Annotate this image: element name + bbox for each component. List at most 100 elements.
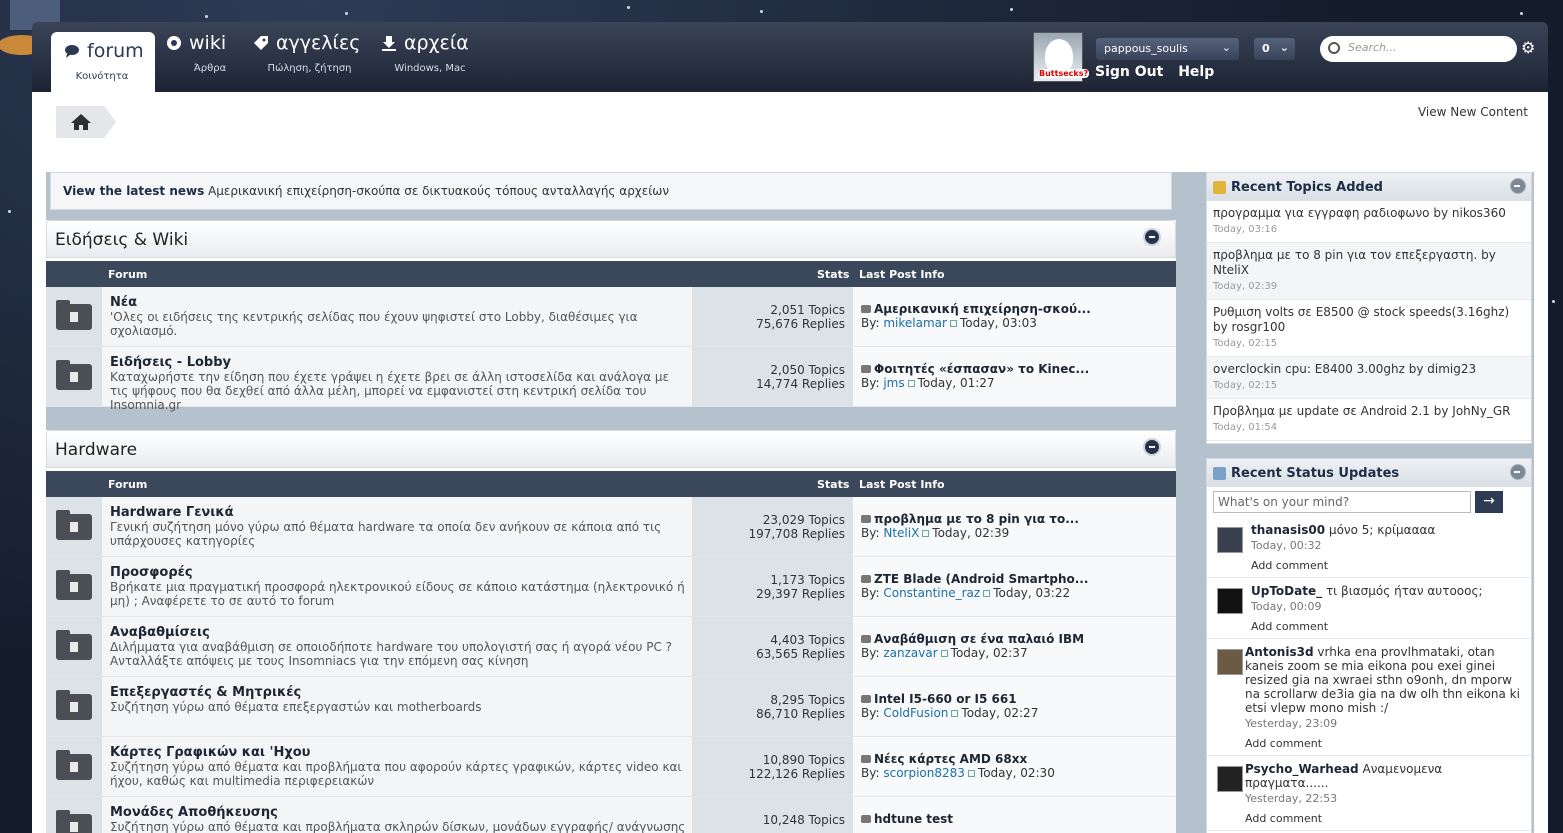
notifications-dropdown[interactable]: 0 ⌄ (1254, 38, 1295, 60)
chevron-down-icon: ⌄ (1221, 41, 1231, 54)
category-header: Hardware (46, 430, 1176, 468)
last-post-title[interactable]: Intel I5-660 or I5 661 (874, 692, 1017, 706)
forum-title[interactable]: Μονάδες Αποθήκευσης (110, 805, 278, 820)
latest-news-bar: View the latest news Αμερικανική επιχείρ… (50, 172, 1172, 210)
recent-topics-panel: Recent Topics Added προγραμμα για εγγραφ… (1206, 172, 1532, 444)
forum-row: Προσφορές Βρήκατε μια πραγματική προσφορ… (46, 557, 1176, 617)
tab-forum[interactable]: forum Κοινότητα (51, 32, 155, 92)
external-link-icon[interactable] (983, 590, 991, 597)
latest-news-label[interactable]: View the latest news (63, 184, 204, 198)
status-user[interactable]: Psycho_Warhead (1245, 762, 1359, 776)
column-headers: Forum Stats Last Post Info (46, 471, 1176, 497)
status-composer: What's on your mind? → (1213, 491, 1525, 513)
speech-bubble-icon (861, 635, 871, 643)
add-comment-link[interactable]: Add comment (1245, 737, 1525, 751)
last-post-user[interactable]: mikelamar (883, 316, 947, 330)
status-user[interactable]: thanasis00 (1251, 523, 1325, 537)
recent-topic-item[interactable]: προβλημα με το 8 pin για τον επεξεργαστη… (1207, 243, 1531, 300)
last-post-user[interactable]: NteliX (883, 526, 919, 540)
topics-icon (1213, 181, 1226, 194)
last-post-user[interactable]: ColdFusion (883, 706, 948, 720)
recent-topic-item[interactable]: Ρυθμιση volts σε E8500 @ stock speeds(3.… (1207, 300, 1531, 357)
add-comment-link[interactable]: Add comment (1251, 620, 1525, 634)
add-comment-link[interactable]: Add comment (1251, 559, 1525, 573)
forum-title[interactable]: Προσφορές (110, 565, 193, 580)
tab-files[interactable]: αρχεία Windows, Mac (380, 32, 480, 92)
sign-out-link[interactable]: Sign Out (1095, 64, 1163, 80)
forum-stats: 10,890 Topics 122,126 Replies (692, 737, 853, 796)
forum-title[interactable]: Κάρτες Γραφικών και 'Ηχου (110, 745, 310, 760)
forum-title[interactable]: Επεξεργαστές & Μητρικές (110, 685, 301, 700)
last-post-title[interactable]: προβλημα με το 8 pin για το... (874, 512, 1079, 526)
collapse-icon[interactable] (1510, 464, 1526, 480)
user-avatar[interactable] (1217, 766, 1243, 792)
submit-status-button[interactable]: → (1475, 491, 1503, 513)
help-link[interactable]: Help (1178, 64, 1214, 80)
last-post-user[interactable]: Constantine_raz (883, 586, 980, 600)
forum-stats: 2,051 Topics 75,676 Replies (692, 287, 853, 346)
user-avatar[interactable] (1217, 588, 1243, 614)
forum-title[interactable]: Ειδήσεις - Lobby (110, 355, 231, 370)
status-input[interactable]: What's on your mind? (1213, 491, 1471, 513)
main-container: View New Content View the latest news Αμ… (32, 92, 1548, 833)
gear-icon[interactable]: ⚙ (1521, 38, 1535, 57)
breadcrumb-home[interactable] (56, 106, 116, 138)
speech-bubble-icon (861, 695, 871, 703)
forum-row: Κάρτες Γραφικών και 'Ηχου Συζήτηση γύρω … (46, 737, 1176, 797)
status-update-item: thanasis00 μόνο 5; κρίμαααα Today, 00:32… (1207, 517, 1531, 578)
speech-bubble-icon (861, 575, 871, 583)
forum-folder-icon (46, 287, 102, 346)
last-post-title[interactable]: Αμερικανική επιχείρηση-σκού... (874, 302, 1091, 316)
last-post-info: προβλημα με το 8 pin για το... By: Nteli… (853, 497, 1176, 556)
last-post-title[interactable]: Αναβάθμιση σε ένα παλαιό IBM (874, 632, 1084, 646)
external-link-icon[interactable] (922, 530, 930, 537)
external-link-icon[interactable] (967, 770, 975, 777)
external-link-icon[interactable] (949, 320, 957, 327)
user-avatar[interactable]: Buttsecks? (1033, 32, 1090, 82)
forum-stats: 8,295 Topics 86,710 Replies (692, 677, 853, 736)
collapse-icon[interactable] (1510, 178, 1526, 194)
forum-title[interactable]: Νέα (110, 295, 137, 310)
speech-bubble-icon (861, 755, 871, 763)
status-user[interactable]: Antonis3d (1245, 645, 1314, 659)
search-input[interactable]: Search... (1320, 36, 1517, 62)
user-menu-dropdown[interactable]: pappous_soulis ⌄ (1096, 38, 1239, 60)
add-comment-link[interactable]: Add comment (1245, 812, 1525, 826)
last-post-user[interactable]: zanzavar (883, 646, 937, 660)
external-link-icon[interactable] (951, 710, 959, 717)
last-post-user[interactable]: scorpion8283 (883, 766, 965, 780)
forum-title[interactable]: Hardware Γενικά (110, 505, 234, 520)
forum-stats: 23,029 Topics 197,708 Replies (692, 497, 853, 556)
collapse-icon[interactable] (1143, 438, 1161, 456)
tab-classifieds[interactable]: αγγελίες Πώληση, ζήτηση (252, 32, 367, 92)
recent-topic-item[interactable]: προγραμμα για εγγραφη ραδιοφωνο by nikos… (1207, 201, 1531, 243)
speech-bubble-icon (861, 305, 871, 313)
forum-title[interactable]: Αναβαθμίσεις (110, 625, 210, 640)
forum-folder-icon (46, 497, 102, 556)
last-post-title[interactable]: Νέες κάρτες AMD 68xx (874, 752, 1027, 766)
recent-topic-item[interactable]: Προβλημα με update σε Android 2.1 by Joh… (1207, 399, 1531, 441)
home-icon (71, 114, 91, 133)
last-post-title[interactable]: hdtune test (874, 812, 953, 826)
last-post-title[interactable]: Φοιτητές «έσπασαν» το Kinec... (874, 362, 1089, 376)
external-link-icon[interactable] (907, 380, 915, 387)
latest-news-text[interactable]: Αμερικανική επιχείρηση-σκούπα σε δικτυακ… (208, 184, 669, 198)
wiki-icon (165, 34, 183, 52)
forum-folder-icon (46, 797, 102, 833)
recent-topic-item[interactable]: overclockin cpu: E8400 3.00ghz by dimig2… (1207, 357, 1531, 399)
category-news-wiki: Ειδήσεις & Wiki Forum Stats Last Post In… (46, 220, 1176, 412)
forum-description: Διλήμματα για αναβάθμιση σε οποιοδήποτε … (110, 640, 673, 668)
main-navigation: forum Κοινότητα wiki Άρθρα αγγελίες Πώλη… (32, 22, 1548, 92)
column-headers: Forum Stats Last Post Info (46, 261, 1176, 287)
collapse-icon[interactable] (1143, 228, 1161, 246)
tab-wiki[interactable]: wiki Άρθρα (165, 32, 255, 92)
view-new-content-link[interactable]: View New Content (1418, 105, 1528, 119)
last-post-user[interactable]: jms (883, 376, 904, 390)
status-user[interactable]: UpToDate_ (1251, 584, 1322, 598)
last-post-title[interactable]: ZTE Blade (Android Smartpho... (874, 572, 1088, 586)
user-avatar[interactable] (1217, 527, 1243, 553)
user-avatar[interactable] (1217, 649, 1243, 675)
last-post-info: ZTE Blade (Android Smartpho... By: Const… (853, 557, 1176, 616)
external-link-icon[interactable] (940, 650, 948, 657)
status-update-item: Antonis3d vrhka ena provlhmataki, otan k… (1207, 639, 1531, 756)
